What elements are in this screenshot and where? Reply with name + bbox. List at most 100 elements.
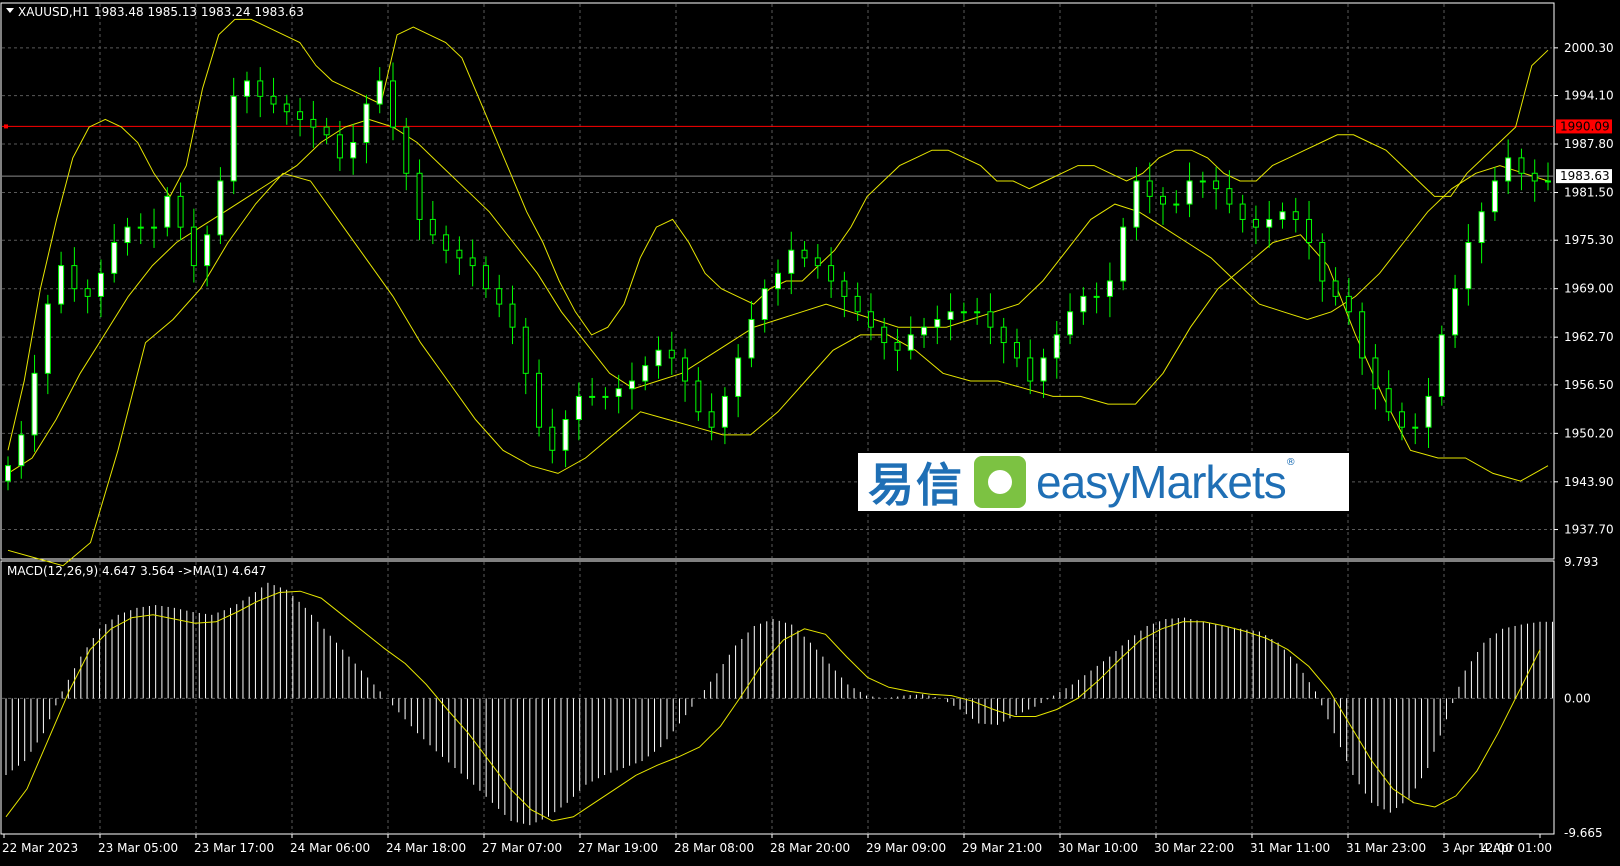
- collapse-triangle-icon[interactable]: [6, 8, 14, 13]
- candle-body: [1239, 203, 1246, 220]
- candle-body: [1053, 334, 1060, 359]
- logo-chinese-text: 易信: [868, 458, 964, 512]
- candle-body: [482, 265, 489, 290]
- price-tick-label: 1981.50: [1564, 186, 1614, 200]
- candle-body: [44, 303, 51, 374]
- candle-body: [297, 111, 304, 120]
- time-tick-label: 30 Mar 22:00: [1154, 841, 1234, 855]
- candle-body: [854, 295, 861, 313]
- candle-body: [363, 103, 370, 143]
- candle-body: [1080, 295, 1087, 313]
- candle-body: [323, 126, 330, 136]
- candle-body: [469, 257, 476, 267]
- candle-body: [270, 95, 277, 105]
- candle-body: [1040, 357, 1047, 382]
- candle-body: [907, 334, 914, 351]
- candle-body: [376, 80, 383, 105]
- candle-body: [350, 142, 357, 159]
- candle-body: [801, 249, 808, 259]
- candle-body: [1226, 188, 1233, 205]
- candle-body: [682, 357, 689, 382]
- candle-body: [1213, 180, 1220, 190]
- candle-body: [1332, 280, 1339, 297]
- candle-body: [1133, 180, 1140, 228]
- candle-body: [416, 172, 423, 220]
- macd-indicator: [5, 582, 1553, 826]
- candle-body: [190, 226, 197, 267]
- price-level-label: 1990.09: [1560, 119, 1610, 133]
- candle-body: [1319, 242, 1326, 282]
- candle-body: [1505, 157, 1512, 182]
- candle-body: [1027, 357, 1034, 382]
- candle-body: [1518, 157, 1525, 174]
- candle-body: [549, 426, 556, 451]
- candle-body: [974, 311, 981, 314]
- candle-body: [1160, 195, 1166, 205]
- candle-body: [894, 342, 901, 351]
- candle-body: [947, 311, 954, 320]
- candle-body: [1279, 211, 1286, 220]
- macd-panel-frame: [0, 560, 1555, 835]
- candle-body: [124, 226, 131, 244]
- candle-body: [18, 434, 25, 467]
- price-tick-label: 1975.30: [1564, 233, 1614, 247]
- candle-body: [1372, 357, 1379, 390]
- price-tick-label: 1962.70: [1564, 330, 1614, 344]
- candle-body: [1465, 242, 1472, 290]
- candle-body: [1173, 203, 1180, 206]
- candle-body: [735, 357, 742, 397]
- candle-body: [1186, 180, 1193, 205]
- horizontal-levels: 1990.09 1983.63: [2, 119, 1612, 184]
- candle-body: [403, 126, 410, 174]
- candle-body: [1292, 211, 1299, 220]
- candle-body: [921, 326, 928, 336]
- price-tick-label: 1950.20: [1564, 426, 1614, 440]
- time-tick-label: 22 Mar 2023: [2, 841, 78, 855]
- candle-body: [536, 372, 543, 428]
- candle-body: [881, 326, 888, 344]
- chart-canvas[interactable]: 1990.09 1983.63 2000.30 1994.10 1987.80 1981…: [0, 0, 1620, 862]
- candle-body: [1266, 218, 1273, 228]
- candle-body: [1067, 311, 1074, 336]
- candle-body: [71, 265, 78, 290]
- logo-registered-mark: ®: [1285, 457, 1296, 468]
- candle-body: [695, 380, 702, 413]
- candle-body: [84, 288, 91, 297]
- candle-body: [1398, 411, 1405, 428]
- trading-chart[interactable]: 1990.09 1983.63 2000.30 1994.10 1987.80 1981…: [0, 0, 1620, 862]
- time-tick-label: 28 Mar 20:00: [770, 841, 850, 855]
- candle-body: [1252, 218, 1259, 228]
- candle-body: [429, 218, 436, 236]
- level-marker: [4, 124, 8, 129]
- candle-body: [204, 234, 211, 267]
- candle-body: [1385, 388, 1392, 413]
- candle-body: [257, 80, 264, 97]
- candle-body: [761, 288, 768, 320]
- candle-body: [58, 265, 65, 305]
- candle-body: [336, 134, 343, 159]
- candle-body: [111, 242, 118, 274]
- price-tick-label: 1956.50: [1564, 378, 1614, 392]
- candle-body: [310, 118, 317, 128]
- candle-body: [1345, 295, 1352, 313]
- price-tick-label: 1994.10: [1564, 89, 1614, 103]
- candle-body: [668, 349, 675, 359]
- candle-body: [708, 411, 715, 428]
- easymarkets-mark-icon: [974, 456, 1026, 508]
- candle-body: [177, 195, 184, 228]
- candle-body: [775, 272, 781, 290]
- upper-band-line: [7, 18, 1549, 451]
- price-tick-label: 1943.90: [1564, 475, 1614, 489]
- candle-body: [814, 257, 821, 267]
- candle-body: [243, 80, 250, 97]
- logo-english-text: easyMarkets: [1036, 456, 1287, 508]
- candle-body: [1412, 426, 1419, 429]
- candle-body: [788, 249, 795, 274]
- candle-body: [642, 365, 649, 382]
- candle-body: [496, 288, 503, 305]
- candle-body: [960, 311, 967, 314]
- time-tick-label: 31 Mar 23:00: [1346, 841, 1426, 855]
- macd-tick-label: -9.665: [1564, 826, 1603, 840]
- candle-body: [1199, 180, 1206, 183]
- time-tick-label: 27 Mar 07:00: [482, 841, 562, 855]
